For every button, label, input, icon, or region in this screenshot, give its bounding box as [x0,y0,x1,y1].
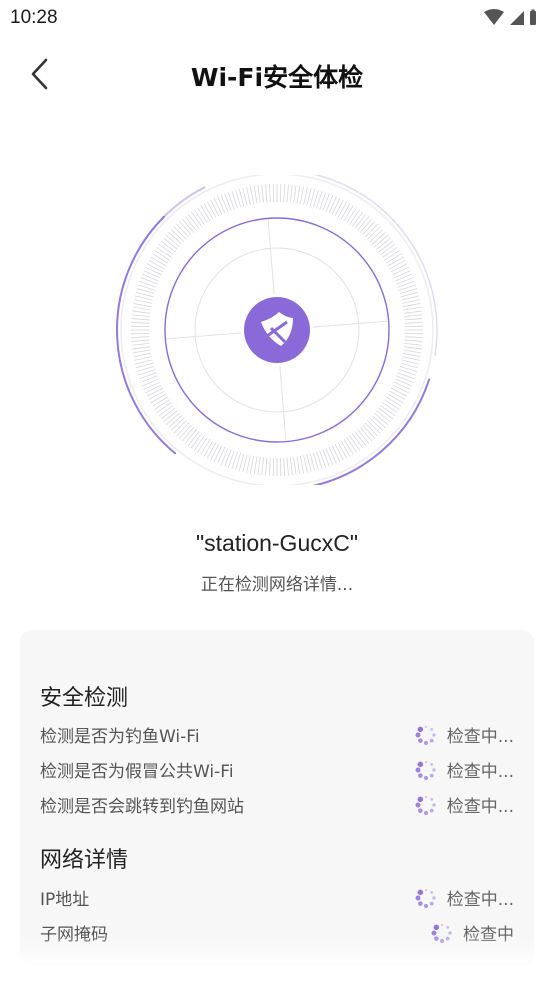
network-section-title: 网络详情 [40,848,129,873]
list-item-status: 检查中... [415,757,514,782]
security-section-title: 安全检测 [40,686,129,711]
loading-spinner-icon [415,760,436,780]
radar-grid-line [312,320,388,328]
list-item-label: 子网掩码 [40,925,108,945]
list-item-phishing-wifi: 检测是否为钓鱼Wi-Fi 检查中... [40,718,514,748]
list-item-label: 检测是否为钓鱼Wi-Fi [40,727,200,747]
page-title: Wi-Fi安全体检 [190,63,364,92]
loading-spinner-icon [415,795,436,815]
radar-grid-line [279,365,287,441]
status-bar: 10:28 [0,0,554,38]
loading-spinner-icon [431,923,452,943]
list-item-status: 检查中... [415,792,514,817]
cell-signal-icon [510,11,524,25]
list-item-ip-address: IP地址 检查中... [40,881,514,911]
scan-status-text: 正在检测网络详情... [200,575,354,595]
radar-arc [116,215,177,455]
list-item-status: 检查中... [415,885,514,910]
list-item-label: 检测是否为假冒公共Wi-Fi [40,762,234,782]
loading-spinner-icon [415,888,436,908]
header: Wi-Fi安全体检 [0,46,554,106]
wifi-signal-icon [484,9,504,25]
radar-grid-line [166,332,242,340]
network-name: "station-GucxC" [195,530,359,556]
battery-icon [530,9,536,25]
list-item-label: IP地址 [40,890,90,910]
list-item-fake-public-wifi: 检测是否为假冒公共Wi-Fi 检查中... [40,753,514,783]
results-card: 安全检测 检测是否为钓鱼Wi-Fi 检查中... 检测是否为假冒公共Wi-Fi … [20,630,534,966]
list-item-subnet-mask: 子网掩码 检查中 [40,916,514,946]
list-item-phishing-redirect: 检测是否会跳转到钓鱼网站 检查中... [40,788,514,818]
list-item-label: 检测是否会跳转到钓鱼网站 [40,797,244,817]
list-item-status: 检查中 [431,920,514,945]
wifi-scan-radar [114,171,440,490]
status-time: 10:28 [10,7,58,28]
loading-spinner-icon [415,725,436,745]
radar-grid-line [267,219,275,295]
list-item-status: 检查中... [415,722,514,747]
radar-arc [162,186,206,218]
status-icons [482,8,542,28]
